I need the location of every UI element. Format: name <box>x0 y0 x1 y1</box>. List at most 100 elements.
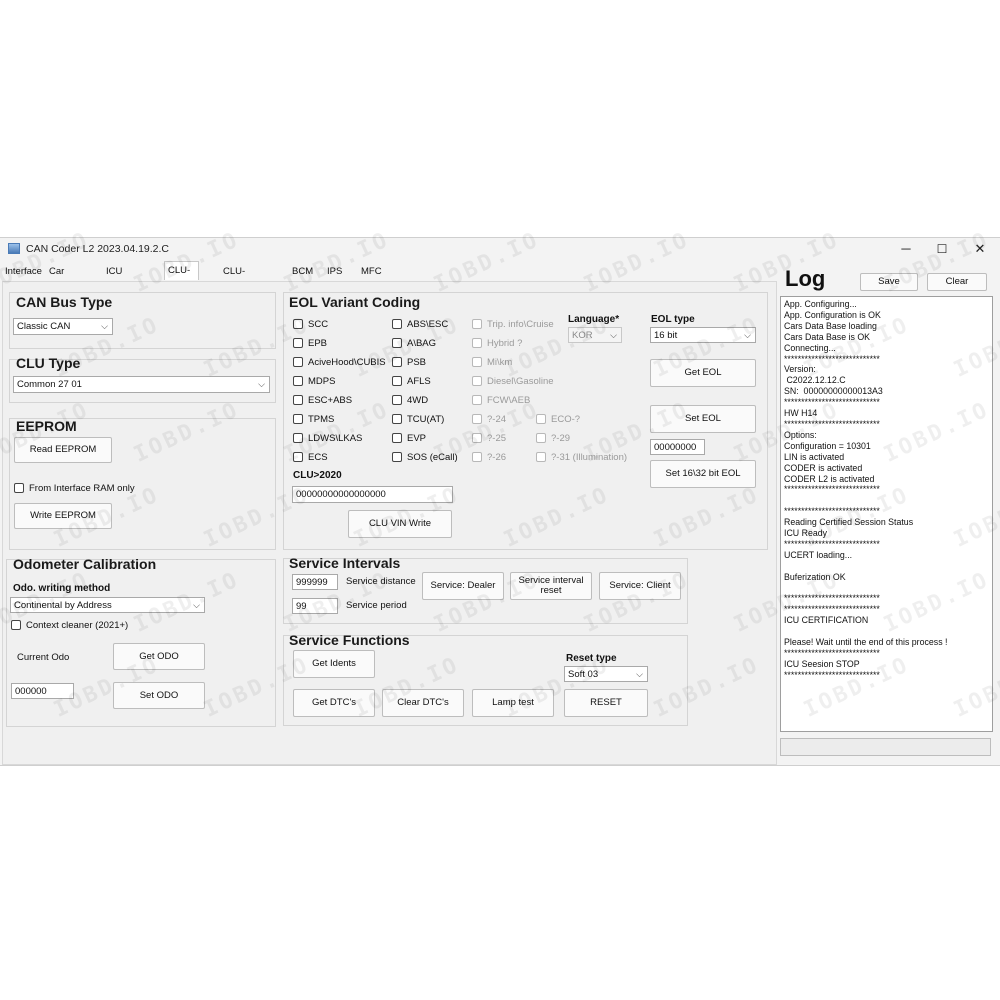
eol-option-checkbox[interactable]: Mi\km <box>472 357 512 370</box>
checkbox-box <box>293 338 303 348</box>
eol-option-checkbox[interactable]: Diesel\Gasoline <box>472 376 554 389</box>
eol-option-checkbox[interactable]: A\BAG <box>392 338 436 351</box>
save-button[interactable]: Save <box>860 273 918 291</box>
tab-icu-gateway[interactable]: ICU Gateway <box>103 263 147 294</box>
context-cleaner-label: Context cleaner (2021+) <box>26 620 129 631</box>
eol-option-checkbox[interactable]: FCW\AEB <box>472 395 530 408</box>
from-ram-label: From Interface RAM only <box>29 483 135 494</box>
eol-option-checkbox[interactable]: ?-24 <box>472 414 506 427</box>
chevron-down-icon: ⌵ <box>610 330 617 340</box>
eol-option-label: ?-25 <box>487 433 507 444</box>
set-odo-button[interactable]: Set ODO <box>113 682 205 709</box>
clear-dtc-button[interactable]: Clear DTC's <box>382 689 464 717</box>
vin-input[interactable]: 00000000000000000 <box>292 486 453 503</box>
eol-option-checkbox[interactable]: Hybrid ? <box>472 338 522 351</box>
can-bus-select[interactable]: Classic CAN ⌵ <box>13 318 113 335</box>
from-ram-checkbox[interactable]: From Interface RAM only <box>14 483 135 496</box>
eol-option-checkbox[interactable]: Trip. info\Cruise <box>472 319 554 332</box>
read-eeprom-button[interactable]: Read EEPROM <box>14 437 112 463</box>
eol-option-checkbox[interactable]: ?-29 <box>536 433 570 446</box>
set-eol-button[interactable]: Set EOL <box>650 405 756 433</box>
tab-interface[interactable]: Interface <box>2 263 45 280</box>
eol-type-select[interactable]: 16 bit ⌵ <box>650 327 756 343</box>
checkbox-box <box>536 414 546 424</box>
service-client-button[interactable]: Service: Client <box>599 572 681 600</box>
checkbox-box <box>293 414 303 424</box>
checkbox-box <box>472 433 482 443</box>
window-title: CAN Coder L2 2023.04.19.2.C <box>26 243 170 255</box>
tab-car-selector[interactable]: Car selector <box>46 263 85 294</box>
odometer-title: Odometer Calibration <box>13 556 157 572</box>
eol-option-checkbox[interactable]: AFLS <box>392 376 431 389</box>
get-idents-button[interactable]: Get Idents <box>293 650 375 678</box>
reset-type-select[interactable]: Soft 03 ⌵ <box>564 666 648 682</box>
minimize-button[interactable]: ─ <box>888 238 924 260</box>
eol-option-checkbox[interactable]: TPMS <box>293 414 334 427</box>
clu-type-value: Common 27 01 <box>17 379 82 390</box>
language-label: Language* <box>568 314 620 325</box>
log-panel: Log Save Clear App. Configuring... App. … <box>777 260 998 763</box>
eol-option-checkbox[interactable]: ?-26 <box>472 452 506 465</box>
checkbox-box <box>392 338 402 348</box>
service-dealer-button[interactable]: Service: Dealer <box>422 572 504 600</box>
service-interval-reset-button[interactable]: Service interval reset <box>510 572 592 600</box>
eol-option-checkbox[interactable]: MDPS <box>293 376 335 389</box>
eol-option-checkbox[interactable]: ?-31 (Illumination) <box>536 452 627 465</box>
context-cleaner-checkbox[interactable]: Context cleaner (2021+) <box>11 620 128 633</box>
write-eeprom-button[interactable]: Write EEPROM <box>14 503 112 529</box>
tab-clu-based[interactable]: CLU-Based <box>164 261 199 293</box>
service-functions-group: Service Functions Get Idents Reset type … <box>283 632 688 726</box>
eol-option-checkbox[interactable]: PSB <box>392 357 426 370</box>
get-eol-button[interactable]: Get EOL <box>650 359 756 387</box>
eol-value-input[interactable]: 00000000 <box>650 439 705 455</box>
checkbox-box <box>472 357 482 367</box>
eol-option-label: AciveHood\CUBIS <box>308 357 386 368</box>
tab-bcm[interactable]: BCM <box>289 263 316 280</box>
language-select[interactable]: KOR ⌵ <box>568 327 622 343</box>
eol-option-label: ?-31 (Illumination) <box>551 452 628 463</box>
reset-button[interactable]: RESET <box>564 689 648 717</box>
maximize-button[interactable]: ☐ <box>924 238 960 260</box>
eol-option-checkbox[interactable]: SCC <box>293 319 328 332</box>
set-16-32-eol-button[interactable]: Set 16\32 bit EOL <box>650 460 756 488</box>
clu-type-group: CLU Type Common 27 01 ⌵ <box>9 355 276 403</box>
eol-option-checkbox[interactable]: EVP <box>392 433 426 446</box>
eol-option-checkbox[interactable]: EPB <box>293 338 327 351</box>
chevron-down-icon: ⌵ <box>744 330 751 340</box>
eol-option-checkbox[interactable]: SOS (eCall) <box>392 452 458 465</box>
eol-option-checkbox[interactable]: AciveHood\CUBIS <box>293 357 386 370</box>
close-button[interactable]: ✕ <box>962 238 998 260</box>
tab-clu-additional[interactable]: CLU-Additional <box>220 263 268 294</box>
eol-option-checkbox[interactable]: 4WD <box>392 395 428 408</box>
eol-option-label: Mi\km <box>487 357 513 368</box>
log-textarea[interactable]: App. Configuring... App. Configuration i… <box>780 296 993 732</box>
eol-option-label: Hybrid ? <box>487 338 523 349</box>
service-distance-input[interactable]: 999999 <box>292 574 338 590</box>
clu-type-select[interactable]: Common 27 01 ⌵ <box>13 376 270 393</box>
app-window: CAN Coder L2 2023.04.19.2.C ─ ☐ ✕ Interf… <box>0 237 1000 766</box>
eol-option-checkbox[interactable]: ABS\ESC <box>392 319 448 332</box>
service-period-input[interactable]: 99 <box>292 598 338 614</box>
get-dtc-button[interactable]: Get DTC's <box>293 689 375 717</box>
eol-option-checkbox[interactable]: ECO-? <box>536 414 580 427</box>
eol-title: EOL Variant Coding <box>289 294 421 310</box>
lamp-test-button[interactable]: Lamp test <box>472 689 554 717</box>
eol-option-checkbox[interactable]: LDWS\LKAS <box>293 433 362 446</box>
eol-option-checkbox[interactable]: ECS <box>293 452 328 465</box>
checkbox-box <box>392 414 402 424</box>
eol-option-checkbox[interactable]: ?-25 <box>472 433 506 446</box>
get-odo-button[interactable]: Get ODO <box>113 643 205 670</box>
eol-option-checkbox[interactable]: ESC+ABS <box>293 395 352 408</box>
checkbox-box <box>293 433 303 443</box>
odo-method-select[interactable]: Continental by Address ⌵ <box>10 597 205 613</box>
eol-option-checkbox[interactable]: TCU(AT) <box>392 414 444 427</box>
odo-value-input[interactable]: 000000 <box>11 683 74 699</box>
checkbox-box <box>293 319 303 329</box>
chevron-down-icon: ⌵ <box>101 321 108 331</box>
tab-mfc[interactable]: MFC <box>358 263 385 280</box>
checkbox-box <box>472 338 482 348</box>
checkbox-box <box>293 452 303 462</box>
clu-vin-write-button[interactable]: CLU VIN Write <box>348 510 452 538</box>
tab-ips[interactable]: IPS <box>324 263 345 280</box>
clear-button[interactable]: Clear <box>927 273 987 291</box>
